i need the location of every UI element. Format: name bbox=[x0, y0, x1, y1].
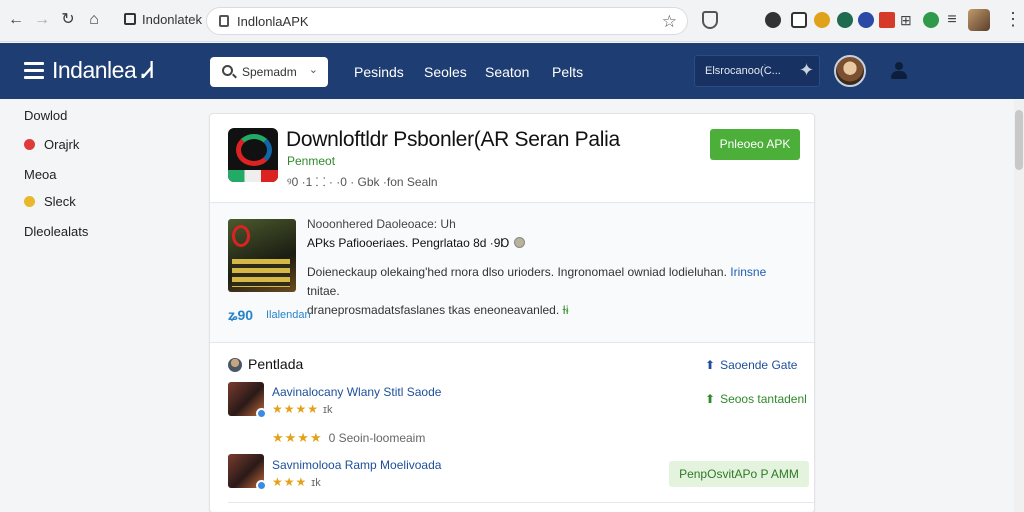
tab-title: Indonlatek bbox=[142, 12, 202, 27]
verified-badge-icon bbox=[256, 480, 267, 491]
page-scrollbar[interactable] bbox=[1014, 100, 1024, 512]
profile-avatar[interactable] bbox=[968, 9, 990, 31]
kebab-menu-icon[interactable]: ⋮ bbox=[1004, 9, 1022, 30]
extension-icon-6[interactable] bbox=[879, 12, 895, 28]
divider bbox=[228, 502, 814, 503]
nav-link-4[interactable]: Pelts bbox=[552, 64, 583, 80]
extension-icon-2[interactable] bbox=[791, 12, 807, 28]
extension-icon-3[interactable] bbox=[814, 12, 830, 28]
user-avatar[interactable] bbox=[834, 55, 866, 87]
sidebar-item-2[interactable]: Orajrk bbox=[24, 137, 79, 152]
arrow-up-icon: ⬆ bbox=[705, 392, 716, 406]
page-favicon-icon bbox=[124, 13, 136, 25]
site-logo[interactable]: Indanlea Ꮧ bbox=[52, 57, 154, 84]
chevron-down-icon: ⌄ bbox=[308, 64, 318, 76]
nav-link-1[interactable]: Pesinds bbox=[354, 64, 404, 80]
related-top-action[interactable]: ⬆ Saoende Gate bbox=[705, 358, 797, 372]
app-screenshot-thumbnail[interactable] bbox=[228, 219, 296, 292]
download-apk-button[interactable]: Pnleoeo APK bbox=[710, 129, 800, 160]
description-kicker: Nooonhered Daoleoace: Uh bbox=[307, 217, 456, 231]
extension-icon-7[interactable] bbox=[923, 12, 939, 28]
sidebar-item-5[interactable]: Dleolealats bbox=[24, 224, 88, 239]
description-subtitle: APks Pafiooeriaes. Pengrlatao 8d ·9Ɒ bbox=[307, 236, 525, 250]
search-dropdown[interactable]: Spemadm ⌄ bbox=[210, 57, 328, 87]
related-item-thumbnail[interactable] bbox=[228, 454, 267, 491]
yellow-dot-icon bbox=[24, 196, 35, 207]
arrow-up-icon: ⬆ bbox=[705, 358, 716, 372]
user-box-label: Elsrocanoo(ۛC... bbox=[705, 65, 781, 77]
url-text: IndlonlaAPK bbox=[237, 14, 309, 29]
sidebar-item-label: Meoa bbox=[24, 167, 57, 182]
sidebar-item-label: Orajrk bbox=[44, 137, 80, 152]
app-detail-card: Downloftldr Psbonler(AR Seran Palia Penm… bbox=[209, 113, 815, 512]
related-heading-icon bbox=[228, 358, 242, 372]
related-item-rating: ★★★★ ɪk bbox=[272, 402, 333, 416]
description-section: Nooonhered Daoleoace: Uh APks Pafiooeria… bbox=[210, 203, 814, 342]
browser-tab[interactable]: Indonlatek bbox=[124, 12, 202, 27]
verified-badge-icon bbox=[256, 408, 267, 419]
sidebar-item-download[interactable]: Dowlod bbox=[24, 108, 67, 123]
address-bar[interactable]: IndlonlaAPK ☆ bbox=[206, 7, 688, 35]
extension-icon-4[interactable] bbox=[837, 12, 853, 28]
app-developer[interactable]: Penmeot bbox=[287, 154, 335, 168]
rating-link[interactable]: Ilalendan bbox=[266, 309, 311, 321]
nav-link-2[interactable]: Seoles bbox=[424, 64, 467, 80]
related-second-action[interactable]: ⬆ Seoos tantadenl bbox=[705, 392, 807, 406]
globe-icon bbox=[513, 237, 525, 248]
menu-bars-icon[interactable]: ≡ bbox=[942, 10, 962, 30]
bookmark-star-icon[interactable]: ☆ bbox=[662, 12, 677, 32]
reload-icon[interactable]: ↻ bbox=[58, 10, 78, 30]
shield-icon[interactable] bbox=[702, 11, 718, 29]
related-item-thumbnail[interactable] bbox=[228, 382, 267, 419]
sidebar-item-4[interactable]: Sleck bbox=[24, 194, 76, 209]
red-dot-icon bbox=[24, 139, 35, 150]
sidebar-item-3[interactable]: Meoa bbox=[24, 167, 57, 182]
user-search-box[interactable]: Elsrocanoo(ۛC... ✦ bbox=[694, 55, 820, 87]
app-meta: ꝰ0 ·1 ⸬ · ·0 · Gbk ·fon Sealn bbox=[287, 175, 438, 189]
nav-link-3[interactable]: Seaton bbox=[485, 64, 529, 80]
site-header: Indanlea Ꮧ Spemadm ⌄ Pesinds Seoles Seat… bbox=[0, 43, 1024, 99]
related-item-title[interactable]: Aavinalocany Wlany Stitl Saode bbox=[272, 385, 441, 399]
page-info-icon[interactable] bbox=[219, 15, 229, 27]
app-title: Downloftldr Psbonler(AR Seran Palia bbox=[286, 128, 620, 151]
scroll-thumb[interactable] bbox=[1015, 110, 1023, 170]
back-arrow-icon[interactable]: ← bbox=[6, 10, 26, 30]
sidebar-item-label: Dleolealats bbox=[24, 224, 89, 239]
description-link[interactable]: Irinsne bbox=[730, 265, 766, 279]
rating-summary: ★★★★ 0 Seoin-loomeaim bbox=[272, 430, 426, 445]
search-icon bbox=[222, 65, 233, 76]
puzzle-icon[interactable]: ⊞ bbox=[900, 12, 912, 29]
person-icon[interactable] bbox=[891, 62, 907, 80]
sidebar: Dowlod Orajrk Meoa Sleck Dleolealats bbox=[0, 100, 200, 512]
star-icon: ✦ bbox=[799, 60, 815, 80]
related-heading: Pentlada bbox=[248, 356, 304, 372]
rating-value: ʑ90 bbox=[228, 307, 254, 323]
home-icon[interactable]: ⌂ bbox=[84, 10, 104, 30]
related-item-rating: ★★★ ɪk bbox=[272, 475, 321, 489]
sidebar-item-label: Sleck bbox=[44, 194, 76, 209]
sidebar-item-label: Dowlod bbox=[24, 108, 68, 123]
hamburger-menu-icon[interactable] bbox=[24, 62, 44, 79]
browser-toolbar: ← → ↻ ⌂ Indonlatek IndlonlaAPK ☆ ⊞ ≡ ⋮ bbox=[0, 0, 1024, 42]
extension-icon-5[interactable] bbox=[858, 12, 874, 28]
divider bbox=[210, 342, 814, 343]
search-label: Spemadm bbox=[242, 65, 297, 79]
extension-icon-1[interactable] bbox=[765, 12, 781, 28]
related-item-title[interactable]: Savnimolooa Ramp Moelivoada bbox=[272, 458, 441, 472]
description-body: Doieneckaup olekaing'hed rnora dlso urio… bbox=[307, 265, 767, 317]
related-item-download-button[interactable]: PenpOsvitAPo P AMM bbox=[669, 461, 809, 487]
forward-arrow-icon[interactable]: → bbox=[32, 10, 52, 30]
app-icon bbox=[228, 128, 278, 182]
